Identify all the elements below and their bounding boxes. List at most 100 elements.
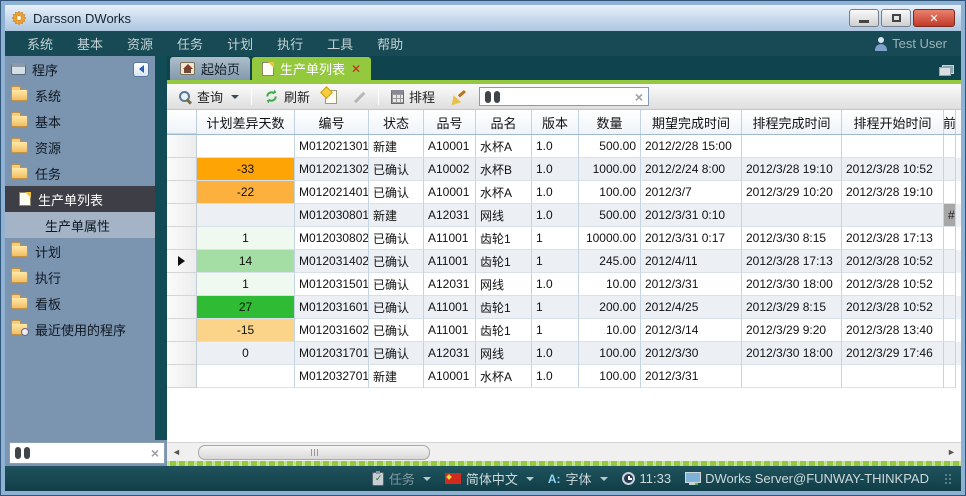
cell-due[interactable]: 2012/4/25 [641, 296, 742, 319]
language-menu[interactable]: 简体中文 [445, 469, 534, 488]
row-header[interactable] [167, 181, 197, 204]
sidebar-item-4[interactable]: 生产单列表 [5, 186, 155, 212]
cell-item_name[interactable]: 齿轮1 [476, 319, 532, 342]
table-row-7[interactable]: 27M012031601已确认A11001齿轮11200.002012/4/25… [167, 296, 961, 319]
cell-qty[interactable]: 10.00 [579, 273, 641, 296]
scroll-right-icon[interactable]: ► [944, 445, 959, 460]
tab-0[interactable]: 起始页 [170, 57, 250, 80]
table-row-2[interactable]: -22M012021401已确认A10001水杯A1.0100.002012/3… [167, 181, 961, 204]
cell-item_name[interactable]: 齿轮1 [476, 296, 532, 319]
scroll-left-icon[interactable]: ◄ [169, 445, 184, 460]
maximize-button[interactable] [881, 9, 911, 27]
cell-diff[interactable]: 1 [197, 273, 295, 296]
schedule-button[interactable]: 排程 [386, 85, 440, 108]
column-header-diff[interactable]: 计划差异天数 [197, 110, 295, 134]
menu-item-0[interactable]: 系统 [15, 34, 65, 55]
sidebar-item-6[interactable]: 计划 [5, 238, 155, 264]
horizontal-scrollbar[interactable]: ◄ ► [167, 442, 961, 461]
table-row-0[interactable]: M012021301新建A10001水杯A1.0500.002012/2/28 … [167, 135, 961, 158]
table-row-5[interactable]: 14M012031402已确认A11001齿轮11245.002012/4/11… [167, 250, 961, 273]
sidebar-item-9[interactable]: 最近使用的程序 [5, 316, 155, 342]
menu-item-7[interactable]: 帮助 [365, 34, 415, 55]
toolbar-search-clear-icon[interactable]: × [635, 90, 643, 104]
cell-status[interactable]: 已确认 [369, 227, 424, 250]
cell-diff[interactable]: 0 [197, 342, 295, 365]
cell-diff[interactable]: 14 [197, 250, 295, 273]
cell-sched_start[interactable]: 2012/3/28 19:10 [842, 181, 944, 204]
column-header-extra[interactable]: 前 [944, 110, 956, 134]
cell-item_no[interactable]: A10001 [424, 365, 476, 388]
column-header-version[interactable]: 版本 [532, 110, 579, 134]
cell-sched_end[interactable] [742, 204, 842, 227]
task-menu[interactable]: 任务 [372, 469, 431, 488]
cell-item_no[interactable]: A11001 [424, 296, 476, 319]
cell-status[interactable]: 新建 [369, 204, 424, 227]
cell-item_no[interactable]: A11001 [424, 319, 476, 342]
cell-qty[interactable]: 100.00 [579, 365, 641, 388]
cell-status[interactable]: 已确认 [369, 250, 424, 273]
row-header[interactable] [167, 319, 197, 342]
cell-item_no[interactable]: A12031 [424, 342, 476, 365]
table-row-4[interactable]: 1M012030802已确认A11001齿轮1110000.002012/3/3… [167, 227, 961, 250]
cell-sched_start[interactable]: 2012/3/28 17:13 [842, 227, 944, 250]
cell-version[interactable]: 1 [532, 296, 579, 319]
table-row-1[interactable]: -33M012021302已确认A10002水杯B1.01000.002012/… [167, 158, 961, 181]
row-header[interactable] [167, 342, 197, 365]
new-button[interactable] [320, 88, 342, 106]
cell-code[interactable]: M012031402 [295, 250, 369, 273]
cell-status[interactable]: 已确认 [369, 296, 424, 319]
cell-item_no[interactable]: A11001 [424, 250, 476, 273]
cell-sched_start[interactable]: 2012/3/28 10:52 [842, 158, 944, 181]
sidebar-search-clear-icon[interactable]: × [151, 446, 159, 460]
cell-sched_end[interactable] [742, 365, 842, 388]
cell-extra[interactable] [944, 365, 956, 388]
cell-diff[interactable]: 1 [197, 227, 295, 250]
cell-item_name[interactable]: 网线 [476, 273, 532, 296]
cell-version[interactable]: 1.0 [532, 204, 579, 227]
cell-version[interactable]: 1 [532, 250, 579, 273]
column-header-code[interactable]: 编号 [295, 110, 369, 134]
column-header-qty[interactable]: 数量 [579, 110, 641, 134]
row-header[interactable] [167, 227, 197, 250]
menu-item-4[interactable]: 计划 [215, 34, 265, 55]
column-header-item_name[interactable]: 品名 [476, 110, 532, 134]
cell-status[interactable]: 已确认 [369, 181, 424, 204]
cell-qty[interactable]: 200.00 [579, 296, 641, 319]
column-header-item_no[interactable]: 品号 [424, 110, 476, 134]
cell-due[interactable]: 2012/3/31 0:10 [641, 204, 742, 227]
cell-code[interactable]: M012021302 [295, 158, 369, 181]
column-header-due[interactable]: 期望完成时间 [641, 110, 742, 134]
cell-sched_end[interactable]: 2012/3/28 17:13 [742, 250, 842, 273]
edit-button[interactable] [347, 88, 371, 106]
cell-item_name[interactable]: 水杯B [476, 158, 532, 181]
cell-sched_end[interactable]: 2012/3/28 19:10 [742, 158, 842, 181]
cell-sched_start[interactable]: 2012/3/28 10:52 [842, 296, 944, 319]
row-header[interactable] [167, 250, 197, 273]
scrollbar-track[interactable] [184, 445, 944, 460]
cell-diff[interactable] [197, 135, 295, 158]
cell-status[interactable]: 新建 [369, 135, 424, 158]
cell-qty[interactable]: 10000.00 [579, 227, 641, 250]
cell-qty[interactable]: 100.00 [579, 342, 641, 365]
cell-version[interactable]: 1.0 [532, 365, 579, 388]
sidebar-item-1[interactable]: 基本 [5, 108, 155, 134]
cell-item_no[interactable]: A12031 [424, 273, 476, 296]
cell-status[interactable]: 已确认 [369, 319, 424, 342]
cell-item_name[interactable]: 网线 [476, 204, 532, 227]
user-chip[interactable]: Test User [874, 36, 951, 51]
cell-sched_start[interactable]: 2012/3/28 13:40 [842, 319, 944, 342]
cell-due[interactable]: 2012/3/30 [641, 342, 742, 365]
cell-qty[interactable]: 10.00 [579, 319, 641, 342]
cell-version[interactable]: 1 [532, 319, 579, 342]
cell-sched_start[interactable]: 2012/3/28 10:52 [842, 250, 944, 273]
cell-extra[interactable] [944, 319, 956, 342]
sidebar-item-0[interactable]: 系统 [5, 82, 155, 108]
cell-qty[interactable]: 245.00 [579, 250, 641, 273]
table-row-10[interactable]: M012032701新建A10001水杯A1.0100.002012/3/31 [167, 365, 961, 388]
cell-sched_start[interactable] [842, 204, 944, 227]
cell-extra[interactable] [944, 342, 956, 365]
sidebar-item-5[interactable]: 生产单属性 [5, 212, 155, 238]
cell-due[interactable]: 2012/4/11 [641, 250, 742, 273]
cell-code[interactable]: M012021301 [295, 135, 369, 158]
cell-sched_end[interactable]: 2012/3/29 9:20 [742, 319, 842, 342]
